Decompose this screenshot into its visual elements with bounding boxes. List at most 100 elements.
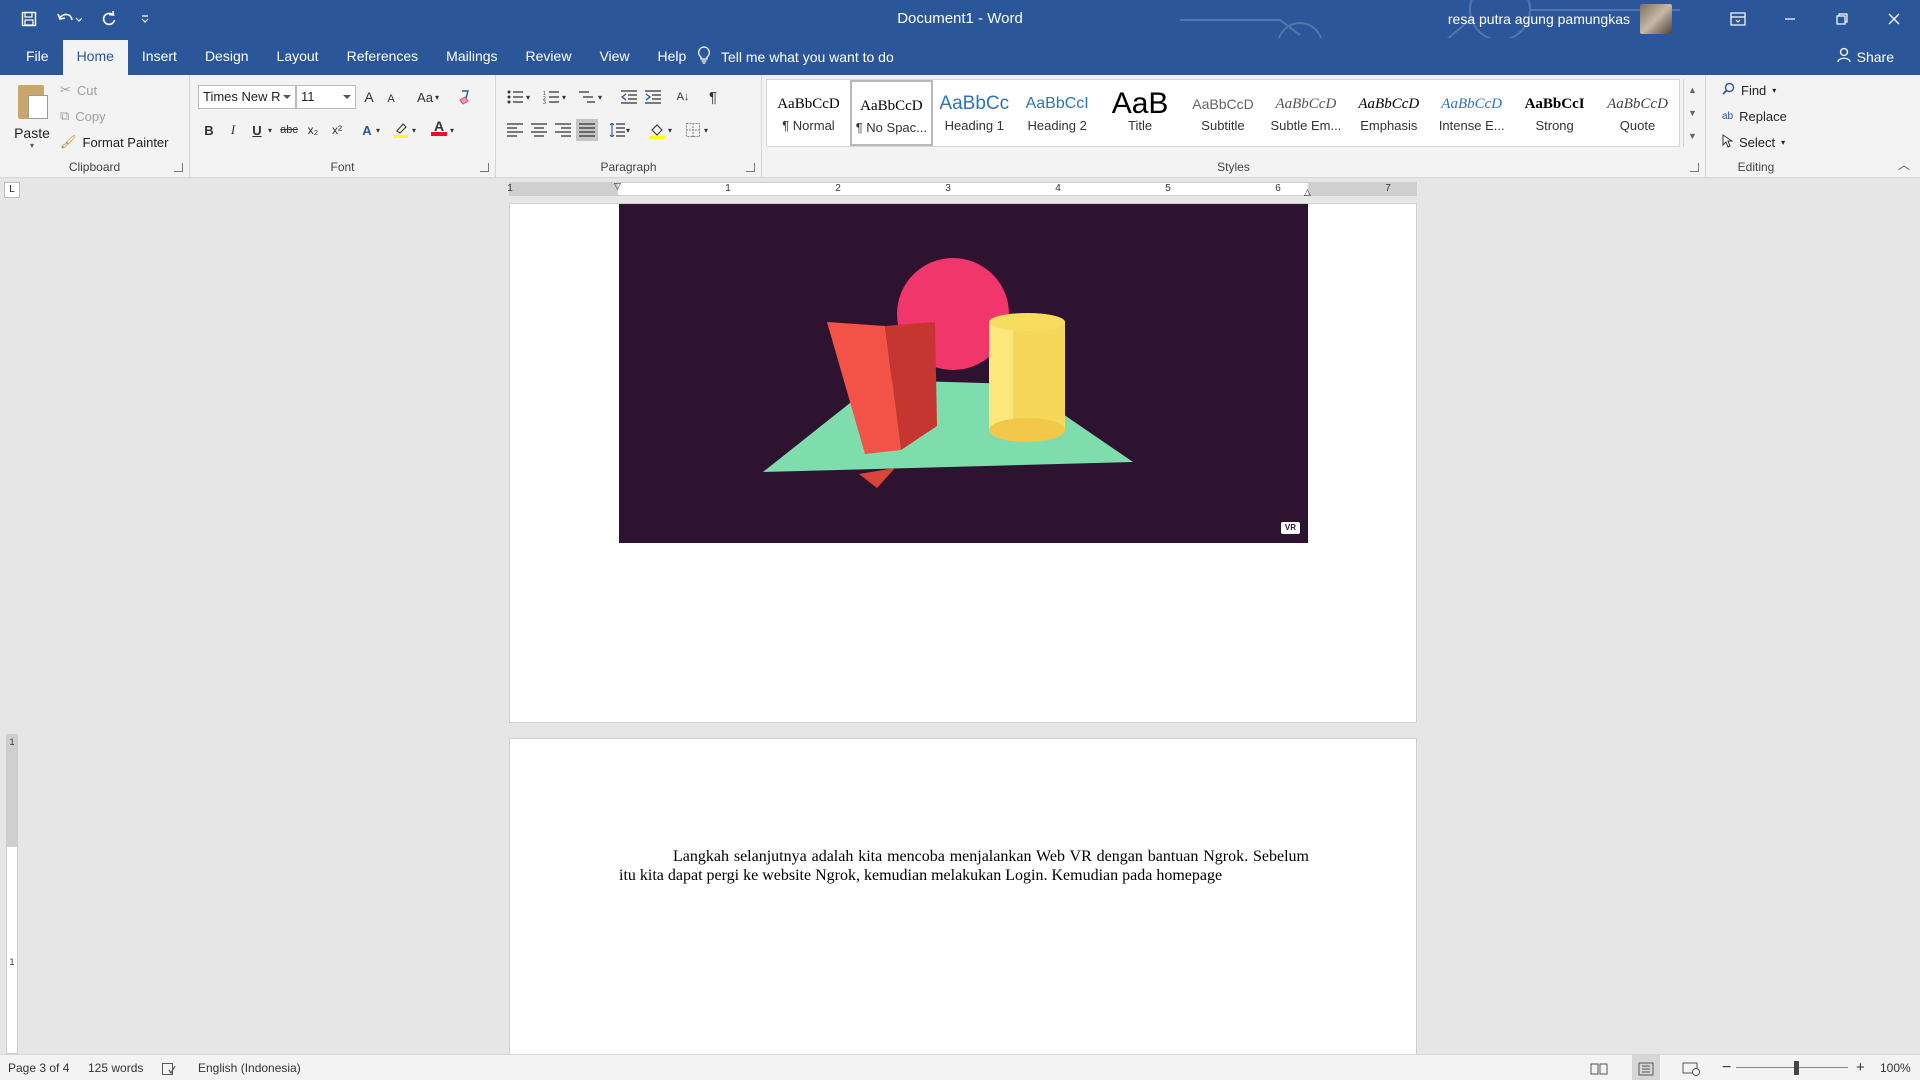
tab-layout[interactable]: Layout: [263, 40, 333, 75]
chevron-down-icon[interactable]: ▾: [700, 119, 712, 141]
tab-insert[interactable]: Insert: [128, 40, 191, 75]
horizontal-ruler[interactable]: 1 1 2 3 4 5 6 7 ▽ △: [507, 181, 1417, 198]
change-case-button[interactable]: Aa ▾: [412, 86, 444, 108]
underline-dropdown-icon[interactable]: ▾: [264, 119, 276, 141]
share-button[interactable]: Share: [1836, 38, 1894, 75]
align-center-icon[interactable]: [528, 119, 550, 141]
tab-review[interactable]: Review: [512, 40, 586, 75]
tab-home[interactable]: Home: [62, 40, 128, 75]
paragraph-launcher-icon[interactable]: [746, 163, 755, 172]
read-mode-icon[interactable]: [1590, 1055, 1608, 1080]
grow-font-icon[interactable]: A: [358, 86, 380, 108]
proofing-icon[interactable]: [162, 1055, 176, 1080]
document-paragraph[interactable]: Langkah selanjutnya adalah kita mencoba …: [619, 847, 1309, 885]
font-launcher-icon[interactable]: [480, 163, 489, 172]
tab-file[interactable]: File: [12, 40, 63, 75]
vertical-ruler[interactable]: 1 1: [6, 734, 18, 1054]
clipboard-launcher-icon[interactable]: [174, 163, 183, 172]
zoom-out-button[interactable]: −: [1722, 1055, 1731, 1080]
font-name-combo[interactable]: Times New R: [198, 85, 296, 109]
decrease-indent-icon[interactable]: [618, 86, 640, 108]
collapse-ribbon-icon[interactable]: ︿: [1898, 156, 1910, 173]
styles-launcher-icon[interactable]: [1690, 163, 1699, 172]
align-right-icon[interactable]: [552, 119, 574, 141]
format-painter-button[interactable]: 🖌 Format Painter: [60, 131, 169, 153]
avatar[interactable]: [1640, 4, 1672, 34]
style-normal[interactable]: AaBbCcD ¶ Normal: [767, 80, 850, 146]
paste-button[interactable]: Paste ▾: [10, 81, 54, 150]
sort-icon[interactable]: A↓: [672, 86, 694, 108]
tab-design[interactable]: Design: [191, 40, 263, 75]
chevron-down-icon[interactable]: ▾: [664, 119, 676, 141]
minimize-icon[interactable]: [1764, 0, 1816, 38]
chevron-down-icon[interactable]: ▾: [446, 119, 458, 141]
chevron-down-icon[interactable]: ▾: [408, 119, 420, 141]
select-button[interactable]: Select ▾: [1722, 131, 1785, 153]
shrink-font-icon[interactable]: A: [380, 88, 402, 110]
indent-marker-icon[interactable]: ▽: [614, 181, 621, 192]
style-subtle-emphasis[interactable]: AaBbCcD Subtle Em...: [1264, 80, 1347, 146]
chevron-down-icon[interactable]: ▾: [372, 119, 384, 141]
ribbon-display-icon[interactable]: [1712, 0, 1764, 38]
zoom-level[interactable]: 100%: [1880, 1055, 1911, 1080]
chevron-down-icon[interactable]: ▾: [522, 86, 534, 108]
paste-label: Paste: [14, 125, 50, 141]
justify-icon[interactable]: [576, 119, 598, 141]
document-page[interactable]: VR: [509, 203, 1417, 723]
chevron-down-icon[interactable]: ▾: [594, 86, 606, 108]
user-account[interactable]: resa putra agung pamungkas: [1448, 0, 1672, 38]
vr-badge[interactable]: VR: [1280, 522, 1300, 534]
italic-button[interactable]: I: [222, 119, 244, 141]
superscript-button[interactable]: x²: [326, 119, 348, 141]
tab-help[interactable]: Help: [644, 40, 701, 75]
style-emphasis[interactable]: AaBbCcD Emphasis: [1347, 80, 1430, 146]
language-status[interactable]: English (Indonesia): [198, 1055, 301, 1080]
close-icon[interactable]: [1868, 0, 1920, 38]
tab-selector[interactable]: L: [4, 182, 20, 198]
tab-references[interactable]: References: [333, 40, 433, 75]
style-title[interactable]: AaB Title: [1099, 80, 1182, 146]
replace-button[interactable]: ab Replace: [1722, 105, 1787, 127]
style-heading-2[interactable]: AaBbCcI Heading 2: [1016, 80, 1099, 146]
increase-indent-icon[interactable]: [642, 86, 664, 108]
tell-me-box[interactable]: Tell me what you want to do: [697, 38, 894, 75]
align-left-icon[interactable]: [504, 119, 526, 141]
print-layout-icon[interactable]: [1632, 1055, 1660, 1080]
subscript-button[interactable]: x₂: [302, 119, 324, 141]
zoom-slider[interactable]: [1736, 1067, 1848, 1068]
cut-button[interactable]: ✂ Cut: [60, 79, 97, 101]
bold-button[interactable]: B: [198, 119, 220, 141]
ribbon-tabs-bar: File Home Insert Design Layout Reference…: [0, 38, 1920, 75]
restore-icon[interactable]: [1816, 0, 1868, 38]
style-name: Title: [1128, 118, 1153, 133]
zoom-slider-thumb[interactable]: [1794, 1061, 1799, 1075]
style-quote[interactable]: AaBbCcD Quote: [1596, 80, 1679, 146]
clear-formatting-icon[interactable]: [454, 86, 476, 108]
style-heading-1[interactable]: AaBbCc Heading 1: [933, 80, 1016, 146]
more-styles-icon[interactable]: ▼: [1688, 131, 1697, 141]
strikethrough-button[interactable]: abc: [278, 119, 300, 141]
chevron-down-icon[interactable]: ▾: [558, 86, 570, 108]
show-formatting-icon[interactable]: ¶: [702, 86, 724, 108]
style-preview: AaBbCcD: [1275, 96, 1337, 112]
style-subtitle[interactable]: AaBbCcD Subtitle: [1182, 80, 1265, 146]
chevron-down-icon[interactable]: ▼: [1688, 108, 1697, 118]
copy-button[interactable]: ⧉ Copy: [60, 105, 106, 127]
page-count[interactable]: Page 3 of 4: [8, 1055, 69, 1080]
document-page[interactable]: Langkah selanjutnya adalah kita mencoba …: [509, 738, 1417, 1054]
word-count[interactable]: 125 words: [88, 1055, 143, 1080]
style-intense-emphasis[interactable]: AaBbCcD Intense E...: [1430, 80, 1513, 146]
embedded-vr-image[interactable]: VR: [619, 204, 1308, 543]
web-layout-icon[interactable]: [1682, 1055, 1700, 1080]
zoom-in-button[interactable]: +: [1856, 1055, 1865, 1080]
chevron-down-icon[interactable]: ▾: [622, 119, 634, 141]
tab-view[interactable]: View: [585, 40, 643, 75]
tab-mailings[interactable]: Mailings: [432, 40, 511, 75]
find-button[interactable]: Find ▾: [1722, 79, 1776, 101]
font-size-combo[interactable]: 11: [296, 85, 356, 109]
style-strong[interactable]: AaBbCcI Strong: [1513, 80, 1596, 146]
right-indent-marker-icon[interactable]: △: [1304, 187, 1311, 198]
paintbrush-icon: 🖌: [60, 134, 77, 149]
style-no-spacing[interactable]: AaBbCcD ¶ No Spac...: [849, 80, 933, 146]
chevron-up-icon[interactable]: ▲: [1688, 85, 1697, 95]
